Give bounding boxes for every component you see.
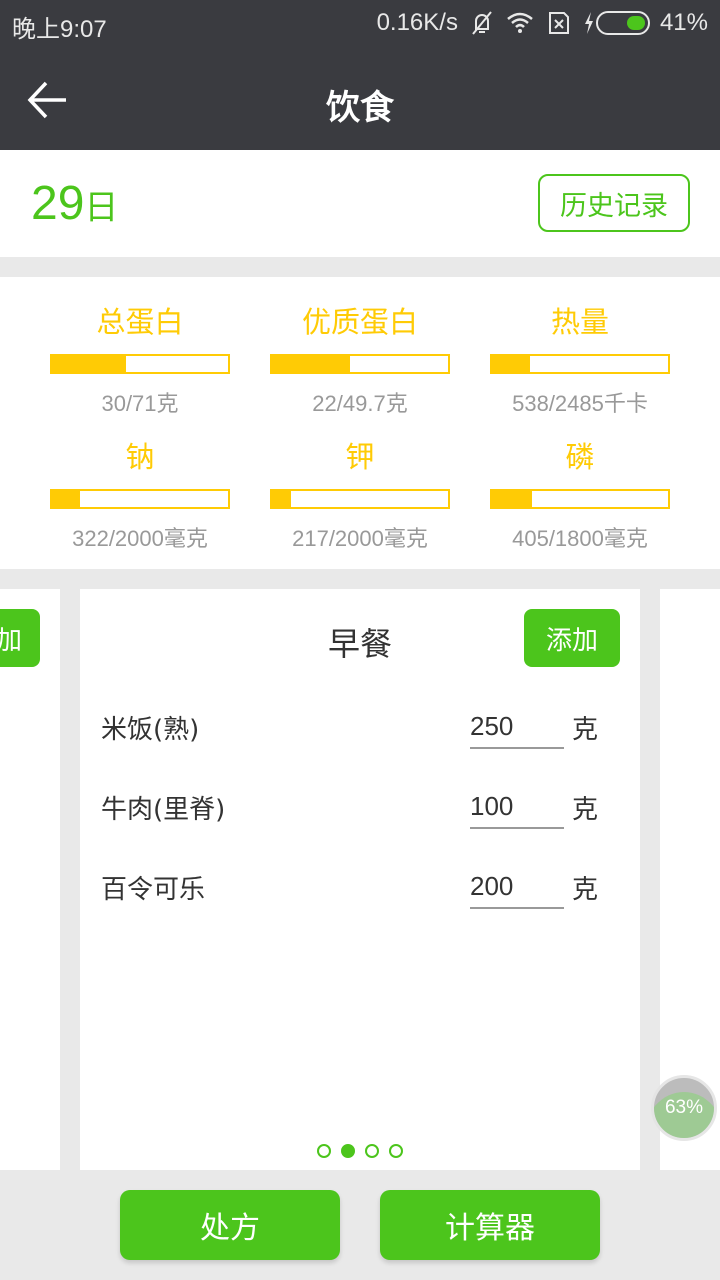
nutrient-progress-bar — [490, 489, 670, 509]
nutrient-value: 405/1800毫克 — [512, 526, 648, 551]
memory-usage-widget[interactable]: 63% — [651, 1075, 717, 1141]
food-unit: 克 — [572, 715, 599, 745]
nutrient-total-protein: 总蛋白 30/71克 — [50, 302, 230, 418]
wifi-icon — [507, 12, 533, 33]
calculator-button[interactable]: 计算器 — [380, 1190, 600, 1260]
meal-pager[interactable]: 加 早餐 添加 米饭(熟) 克 牛肉(里脊) 克 百令可乐 克 — [0, 589, 720, 1170]
no-sim-icon — [548, 12, 569, 34]
nutrient-name: 磷 — [565, 440, 595, 474]
nutrient-value: 22/49.7克 — [312, 391, 408, 416]
vibrate-off-icon — [472, 11, 492, 35]
food-quantity-input[interactable] — [470, 865, 564, 909]
status-icons: 0.16K/s 41% — [377, 9, 708, 37]
nutrient-value: 217/2000毫克 — [292, 526, 428, 551]
add-food-button[interactable]: 添加 — [524, 609, 620, 667]
food-unit: 克 — [572, 795, 599, 825]
nutrient-summary: 总蛋白 30/71克 优质蛋白 22/49.7克 热量 538/2485千卡 钠… — [0, 277, 720, 569]
nutrient-name: 钠 — [125, 440, 155, 474]
nutrient-progress-fill — [52, 491, 81, 507]
nutrient-progress-bar — [490, 354, 670, 374]
food-quantity-input[interactable] — [470, 785, 564, 829]
battery-percent: 41% — [659, 9, 708, 36]
nutrient-calories: 热量 538/2485千卡 — [490, 302, 670, 418]
nutrient-value: 538/2485千卡 — [512, 391, 648, 416]
date-day: 29 — [31, 177, 85, 230]
nutrient-progress-fill — [492, 491, 532, 507]
nutrient-progress-fill — [272, 491, 292, 507]
nutrient-potassium: 钾 217/2000毫克 — [270, 437, 450, 553]
history-button[interactable]: 历史记录 — [538, 174, 690, 232]
page-indicator — [80, 1144, 640, 1158]
status-bar: 晚上9:07 0.16K/s 41% — [0, 0, 720, 50]
page-dot[interactable] — [389, 1144, 403, 1158]
page-dot[interactable] — [317, 1144, 331, 1158]
current-date: 29日 — [31, 176, 118, 231]
food-name: 牛肉(里脊) — [101, 795, 226, 825]
nutrient-progress-bar — [270, 354, 450, 374]
nutrient-name: 热量 — [550, 305, 609, 339]
page-dot[interactable] — [365, 1144, 379, 1158]
network-speed: 0.16K/s — [376, 9, 458, 36]
nutrient-name: 总蛋白 — [96, 305, 184, 339]
prev-add-button[interactable]: 加 — [0, 609, 40, 667]
meal-card: 早餐 添加 米饭(熟) 克 牛肉(里脊) 克 百令可乐 克 — [80, 589, 640, 1170]
nutrient-value: 322/2000毫克 — [72, 526, 208, 551]
bottom-action-bar: 处方 计算器 — [0, 1170, 720, 1280]
date-header: 29日 历史记录 — [0, 150, 720, 257]
nav-bar: 饮食 — [0, 50, 720, 150]
prescription-button[interactable]: 处方 — [120, 1190, 340, 1260]
nutrient-quality-protein: 优质蛋白 22/49.7克 — [270, 302, 450, 418]
prev-meal-card[interactable]: 加 — [0, 589, 60, 1170]
nutrient-phosphorus: 磷 405/1800毫克 — [490, 437, 670, 553]
status-time: 晚上9:07 — [12, 16, 107, 43]
page-title: 饮食 — [326, 88, 394, 128]
nutrient-name: 优质蛋白 — [301, 305, 418, 339]
food-row: 牛肉(里脊) 克 — [80, 779, 640, 839]
charging-icon — [584, 12, 593, 34]
nutrient-name: 钾 — [345, 440, 375, 474]
nutrient-progress-bar — [50, 489, 230, 509]
page-dot[interactable] — [341, 1144, 355, 1158]
food-quantity-input[interactable] — [470, 705, 564, 749]
food-name: 百令可乐 — [101, 875, 206, 905]
nutrient-progress-fill — [492, 356, 531, 372]
food-name: 米饭(熟) — [101, 715, 200, 745]
battery-icon — [595, 11, 650, 35]
nutrient-value: 30/71克 — [101, 391, 179, 416]
date-unit: 日 — [84, 189, 119, 227]
nutrient-progress-bar — [50, 354, 230, 374]
nutrient-progress-fill — [52, 356, 127, 372]
food-row: 百令可乐 克 — [80, 859, 640, 919]
battery-indicator — [582, 10, 650, 36]
nutrient-progress-bar — [270, 489, 450, 509]
memory-usage-label: 63% — [664, 1097, 704, 1118]
nutrient-progress-fill — [272, 356, 350, 372]
nutrient-sodium: 钠 322/2000毫克 — [50, 437, 230, 553]
food-unit: 克 — [572, 875, 599, 905]
food-row: 米饭(熟) 克 — [80, 699, 640, 759]
